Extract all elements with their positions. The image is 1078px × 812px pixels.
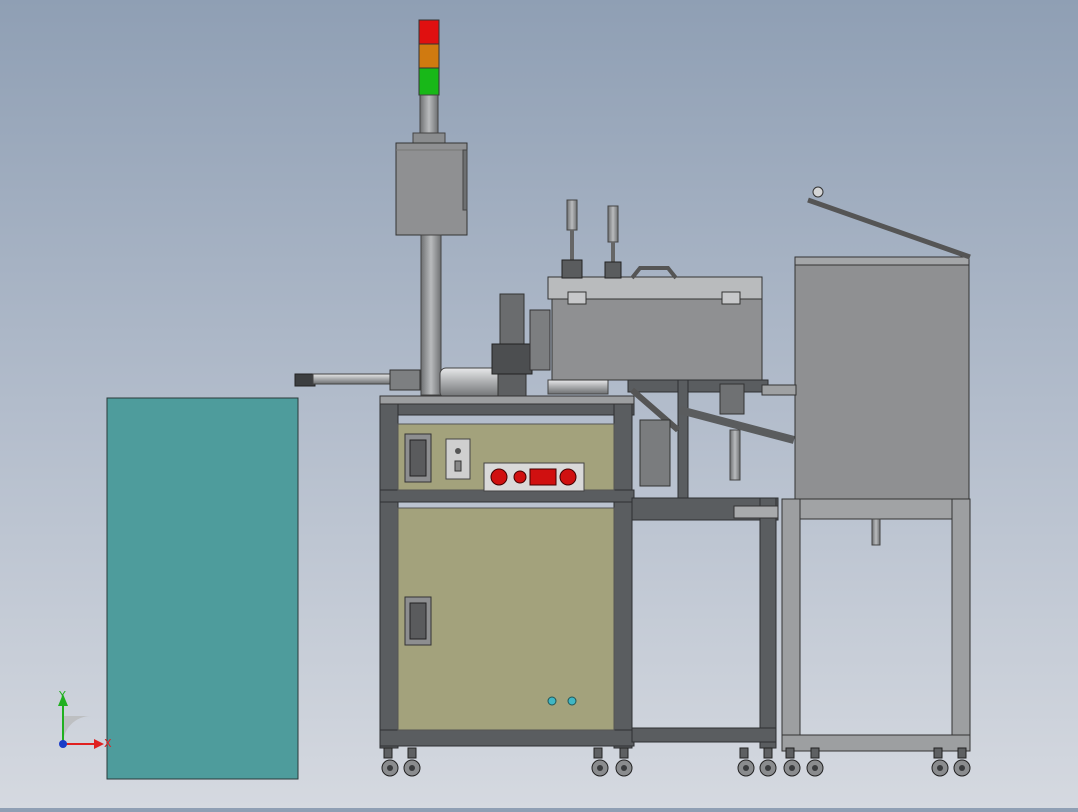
triad-arc (63, 716, 91, 744)
x-axis-label: X (104, 737, 112, 750)
caster-wheel (931, 747, 949, 777)
caster-wheel (403, 747, 421, 777)
caster-wheel (806, 747, 824, 777)
triad-origin (59, 740, 67, 748)
knob-3[interactable] (559, 468, 577, 486)
y-axis-label: Y (58, 689, 66, 702)
x-arrowhead (94, 739, 104, 749)
caster-wheel (953, 747, 971, 777)
switch-indicator (455, 448, 461, 454)
caster-wheel (783, 747, 801, 777)
crossbar-frame (627, 379, 769, 393)
digital-display (529, 468, 557, 486)
control-box[interactable] (395, 142, 468, 236)
tower-light-collar (412, 132, 446, 144)
power-switch-plate[interactable] (445, 438, 471, 480)
tower-light-base (419, 94, 439, 136)
indicator-dot-1 (547, 696, 557, 706)
feed-cylinder[interactable] (547, 379, 609, 395)
switch-toggle[interactable] (454, 460, 462, 472)
open-lid[interactable] (807, 197, 971, 260)
motor-housing[interactable] (439, 367, 501, 399)
knob-1[interactable] (490, 468, 508, 486)
lower-handle-grip (409, 602, 427, 640)
top-deck-plate (379, 395, 635, 405)
top-cylinder-2[interactable] (604, 205, 622, 279)
tower-light-red (418, 19, 440, 45)
vertical-module-base (491, 343, 533, 375)
caster-wheels (381, 747, 971, 777)
connecting-shelf (761, 384, 797, 396)
cad-viewport[interactable]: Y X (0, 0, 1078, 808)
coordinate-triad: Y X (58, 689, 112, 750)
caster-wheel (759, 747, 777, 777)
right-enclosure-lid-edge (794, 256, 970, 266)
upper-handle-grip (409, 439, 427, 477)
right-enclosure[interactable] (794, 256, 970, 500)
indicator-dot-2 (567, 696, 577, 706)
top-hood[interactable] (547, 266, 763, 381)
slider-rail[interactable] (733, 505, 779, 519)
tower-light-green (418, 67, 440, 96)
caster-wheel (737, 747, 755, 777)
hood-latch-left[interactable] (567, 291, 587, 305)
support-pole (420, 234, 442, 396)
mid-upright (677, 379, 689, 499)
sensor-block[interactable] (719, 383, 745, 415)
sensor-rod (729, 429, 741, 481)
hood-latch-right[interactable] (721, 291, 741, 305)
vertical-module[interactable] (499, 293, 525, 345)
lid-knob[interactable] (812, 186, 824, 198)
caster-wheel (381, 747, 399, 777)
tower-light-orange (418, 43, 440, 69)
tower-light[interactable] (412, 19, 446, 144)
hanging-fixture (871, 518, 881, 546)
top-cylinder-1[interactable] (561, 199, 583, 279)
caster-wheel (591, 747, 609, 777)
middle-frame[interactable] (631, 497, 779, 749)
knob-2[interactable] (513, 470, 527, 484)
pneumatic-cylinder-left[interactable] (294, 369, 421, 391)
caster-wheel (615, 747, 633, 777)
side-bracket (529, 309, 551, 371)
teal-block[interactable] (106, 397, 299, 780)
machine-assembly-drawing[interactable]: Y X (0, 0, 1078, 808)
gripper-assembly[interactable] (639, 419, 671, 487)
control-box-hinge (462, 149, 468, 211)
